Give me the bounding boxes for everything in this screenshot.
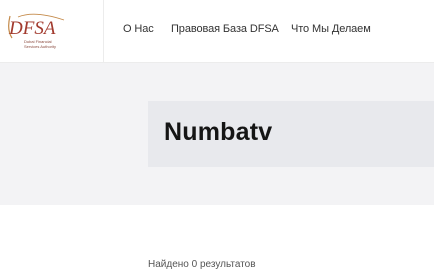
search-results-summary: Найдено 0 результатов [148,259,256,270]
nav-item-about[interactable]: О Нас [123,23,154,35]
nav-item-what-we-do[interactable]: Что Мы Делаем [291,23,371,35]
logo-mark: DFSA [8,18,56,39]
dfsa-logo: DFSA Dubai Financial Services Authority [8,13,65,49]
hero-title-card: Numbatv [148,101,434,167]
nav-item-legal-base[interactable]: Правовая База DFSA [171,23,279,35]
page-title: Numbatv [164,118,273,146]
site-header: DFSA Dubai Financial Services Authority … [0,0,434,63]
logo-tagline-2: Services Authority [24,44,56,49]
logo-link[interactable]: DFSA Dubai Financial Services Authority [0,0,104,62]
